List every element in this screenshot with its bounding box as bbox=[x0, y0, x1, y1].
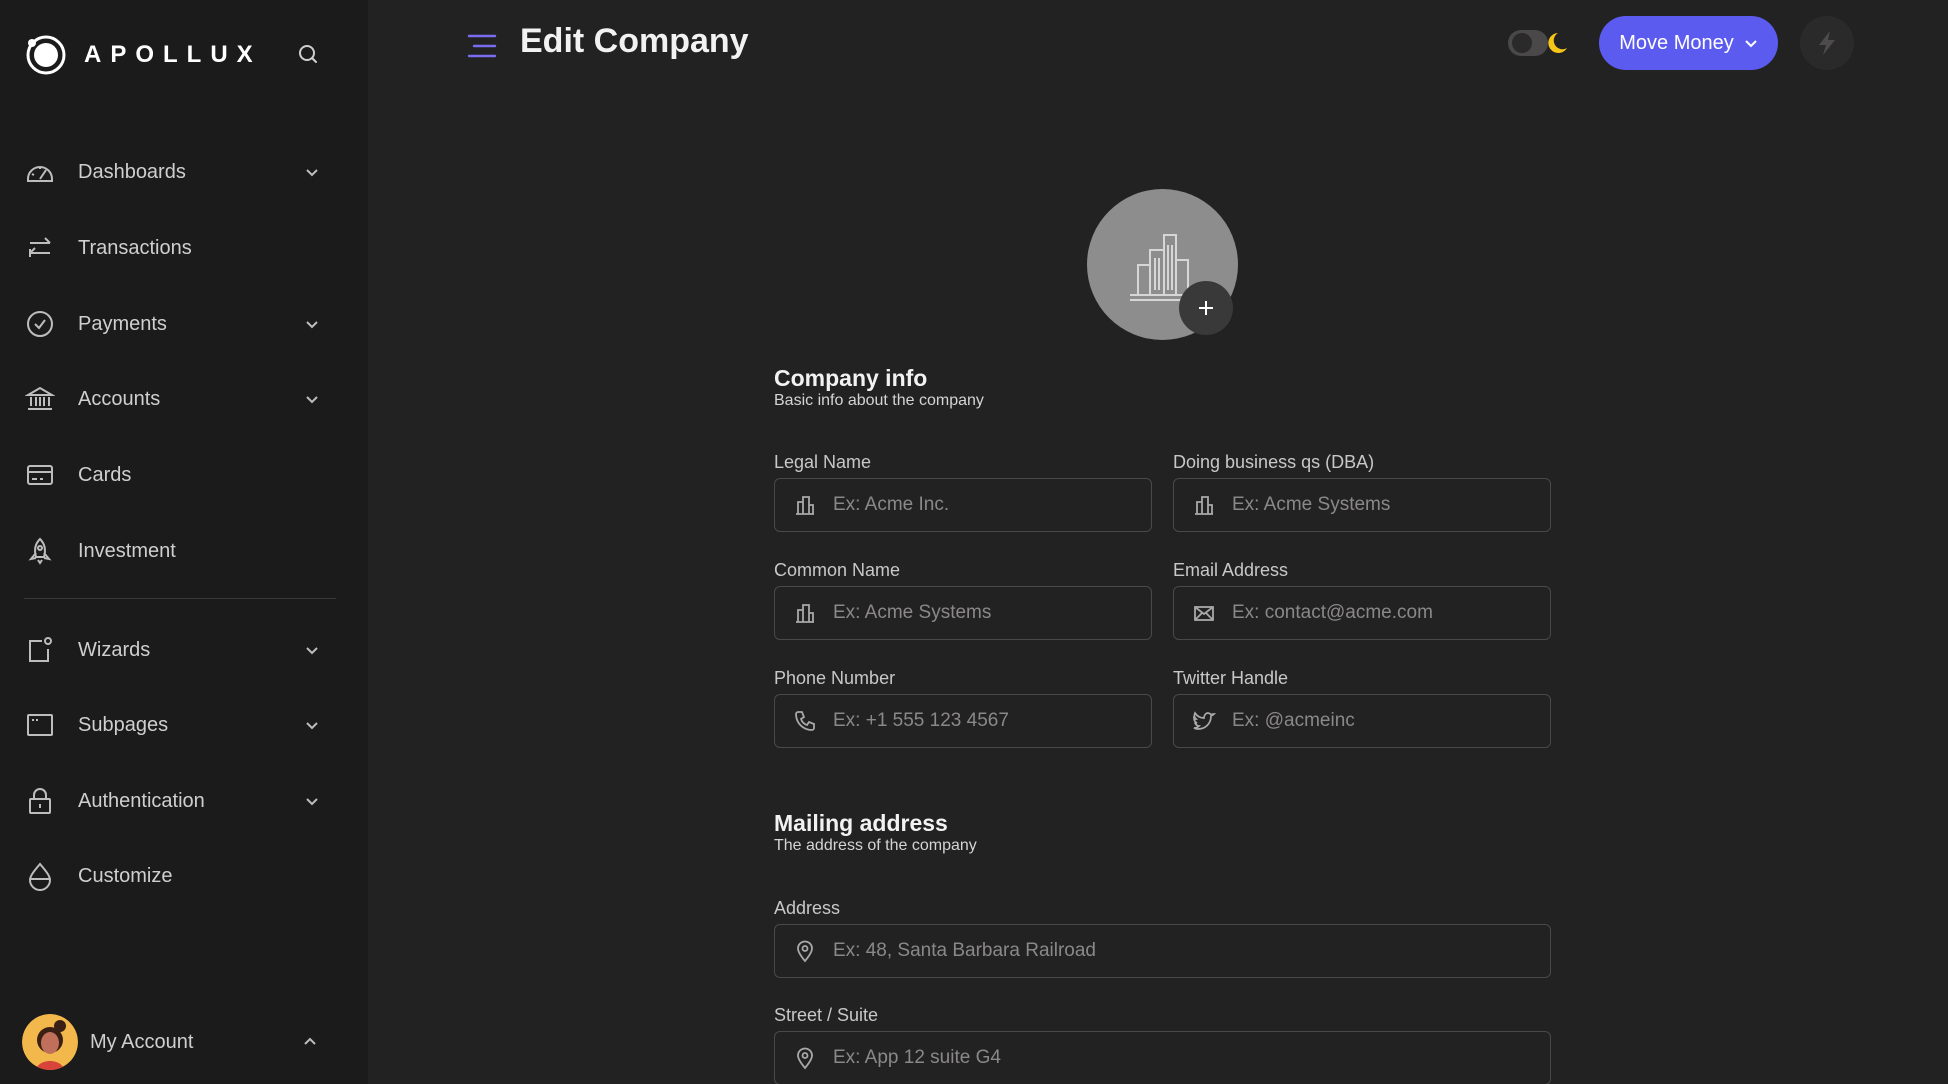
chevron-down-icon bbox=[306, 321, 318, 329]
building-icon bbox=[1190, 491, 1218, 519]
legal-name-label: Legal Name bbox=[774, 452, 872, 472]
phone-label: Phone Number bbox=[774, 668, 896, 688]
street-input[interactable] bbox=[833, 1032, 1550, 1084]
chevron-down-icon bbox=[306, 798, 318, 806]
sidebar-item-label: Payments bbox=[78, 312, 167, 335]
common-name-input[interactable] bbox=[833, 587, 1151, 639]
phone-input[interactable] bbox=[833, 695, 1151, 747]
email-input[interactable] bbox=[1232, 587, 1550, 639]
sidebar: APOLLUX Dashboards Transactions Payments bbox=[0, 0, 368, 1084]
company-info-title: Company info bbox=[774, 365, 928, 391]
brand-name: APOLLUX bbox=[84, 41, 262, 68]
theme-toggle[interactable] bbox=[1508, 28, 1568, 58]
sidebar-item-label: Transactions bbox=[78, 236, 192, 259]
avatar bbox=[22, 1014, 78, 1070]
common-name-field bbox=[774, 586, 1152, 640]
brand-logo[interactable]: APOLLUX bbox=[24, 33, 262, 77]
street-field bbox=[774, 1031, 1551, 1084]
twitter-field bbox=[1173, 694, 1551, 748]
email-label: Email Address bbox=[1173, 560, 1289, 580]
search-icon[interactable] bbox=[296, 42, 320, 66]
envelope-icon bbox=[1190, 599, 1218, 627]
dba-field bbox=[1173, 478, 1551, 532]
sidebar-item-label: Authentication bbox=[78, 789, 205, 812]
mailing-address-title: Mailing address bbox=[774, 810, 948, 836]
sidebar-item-label: Investment bbox=[78, 539, 176, 562]
account-label: My Account bbox=[90, 1030, 194, 1053]
dba-label: Doing business qs (DBA) bbox=[1173, 452, 1375, 472]
chevron-down-icon bbox=[306, 647, 318, 655]
building-icon bbox=[791, 599, 819, 627]
add-logo-button[interactable] bbox=[1179, 281, 1233, 335]
phone-field bbox=[774, 694, 1152, 748]
twitter-input[interactable] bbox=[1232, 695, 1550, 747]
sidebar-item-cards[interactable]: Cards bbox=[24, 451, 324, 499]
sidebar-item-label: Customize bbox=[78, 864, 173, 887]
common-name-label: Common Name bbox=[774, 560, 901, 580]
lightning-bolt-icon bbox=[1819, 31, 1835, 55]
chevron-down-icon bbox=[306, 722, 318, 730]
wizard-icon bbox=[24, 634, 56, 666]
gauge-icon bbox=[24, 156, 56, 188]
check-circle-icon bbox=[24, 308, 56, 340]
droplet-icon bbox=[24, 860, 56, 892]
sidebar-item-dashboards[interactable]: Dashboards bbox=[24, 148, 324, 196]
company-info-subtitle: Basic info about the company bbox=[774, 392, 984, 409]
phone-icon bbox=[791, 707, 819, 735]
chevron-down-icon bbox=[306, 396, 318, 404]
sidebar-item-investment[interactable]: Investment bbox=[24, 527, 324, 575]
rocket-icon bbox=[24, 535, 56, 567]
bank-icon bbox=[24, 383, 56, 415]
sidebar-item-authentication[interactable]: Authentication bbox=[24, 777, 324, 825]
address-field bbox=[774, 924, 1551, 978]
map-pin-icon bbox=[791, 937, 819, 965]
chevron-up-icon bbox=[304, 1037, 316, 1045]
plus-icon bbox=[1199, 301, 1213, 315]
move-money-label: Move Money bbox=[1619, 31, 1734, 54]
dba-input[interactable] bbox=[1232, 479, 1550, 531]
legal-name-field bbox=[774, 478, 1152, 532]
account-menu[interactable]: My Account bbox=[22, 1014, 322, 1070]
sidebar-item-label: Cards bbox=[78, 463, 132, 486]
logo-mark-icon bbox=[26, 35, 66, 75]
address-label: Address bbox=[774, 898, 841, 918]
sidebar-item-wizards[interactable]: Wizards bbox=[24, 626, 324, 674]
menu-toggle-icon[interactable] bbox=[466, 30, 498, 62]
move-money-button[interactable]: Move Money bbox=[1599, 16, 1778, 70]
sidebar-item-label: Accounts bbox=[78, 387, 161, 410]
email-field bbox=[1173, 586, 1551, 640]
sidebar-item-customize[interactable]: Customize bbox=[24, 852, 324, 900]
legal-name-input[interactable] bbox=[833, 479, 1151, 531]
page-title: Edit Company bbox=[520, 22, 749, 60]
map-pin-icon bbox=[791, 1044, 819, 1072]
sidebar-divider bbox=[24, 598, 336, 599]
chevron-down-icon bbox=[306, 169, 318, 177]
credit-card-icon bbox=[24, 459, 56, 491]
twitter-icon bbox=[1190, 707, 1218, 735]
mailing-address-subtitle: The address of the company bbox=[774, 837, 977, 854]
sidebar-item-transactions[interactable]: Transactions bbox=[24, 224, 324, 272]
sidebar-item-label: Dashboards bbox=[78, 160, 186, 183]
sidebar-item-label: Subpages bbox=[78, 713, 169, 736]
address-input[interactable] bbox=[833, 925, 1550, 977]
twitter-label: Twitter Handle bbox=[1173, 668, 1289, 688]
sidebar-item-label: Wizards bbox=[78, 638, 151, 661]
browser-window-icon bbox=[24, 709, 56, 741]
sidebar-item-payments[interactable]: Payments bbox=[24, 300, 324, 348]
sidebar-item-accounts[interactable]: Accounts bbox=[24, 375, 324, 423]
sidebar-item-subpages[interactable]: Subpages bbox=[24, 701, 324, 749]
moon-icon bbox=[1548, 33, 1567, 53]
building-icon bbox=[791, 491, 819, 519]
lock-icon bbox=[24, 785, 56, 817]
arrows-exchange-icon bbox=[24, 232, 56, 264]
quick-actions-button[interactable] bbox=[1800, 16, 1854, 70]
street-label: Street / Suite bbox=[774, 1005, 879, 1025]
chevron-down-icon bbox=[1745, 40, 1757, 48]
